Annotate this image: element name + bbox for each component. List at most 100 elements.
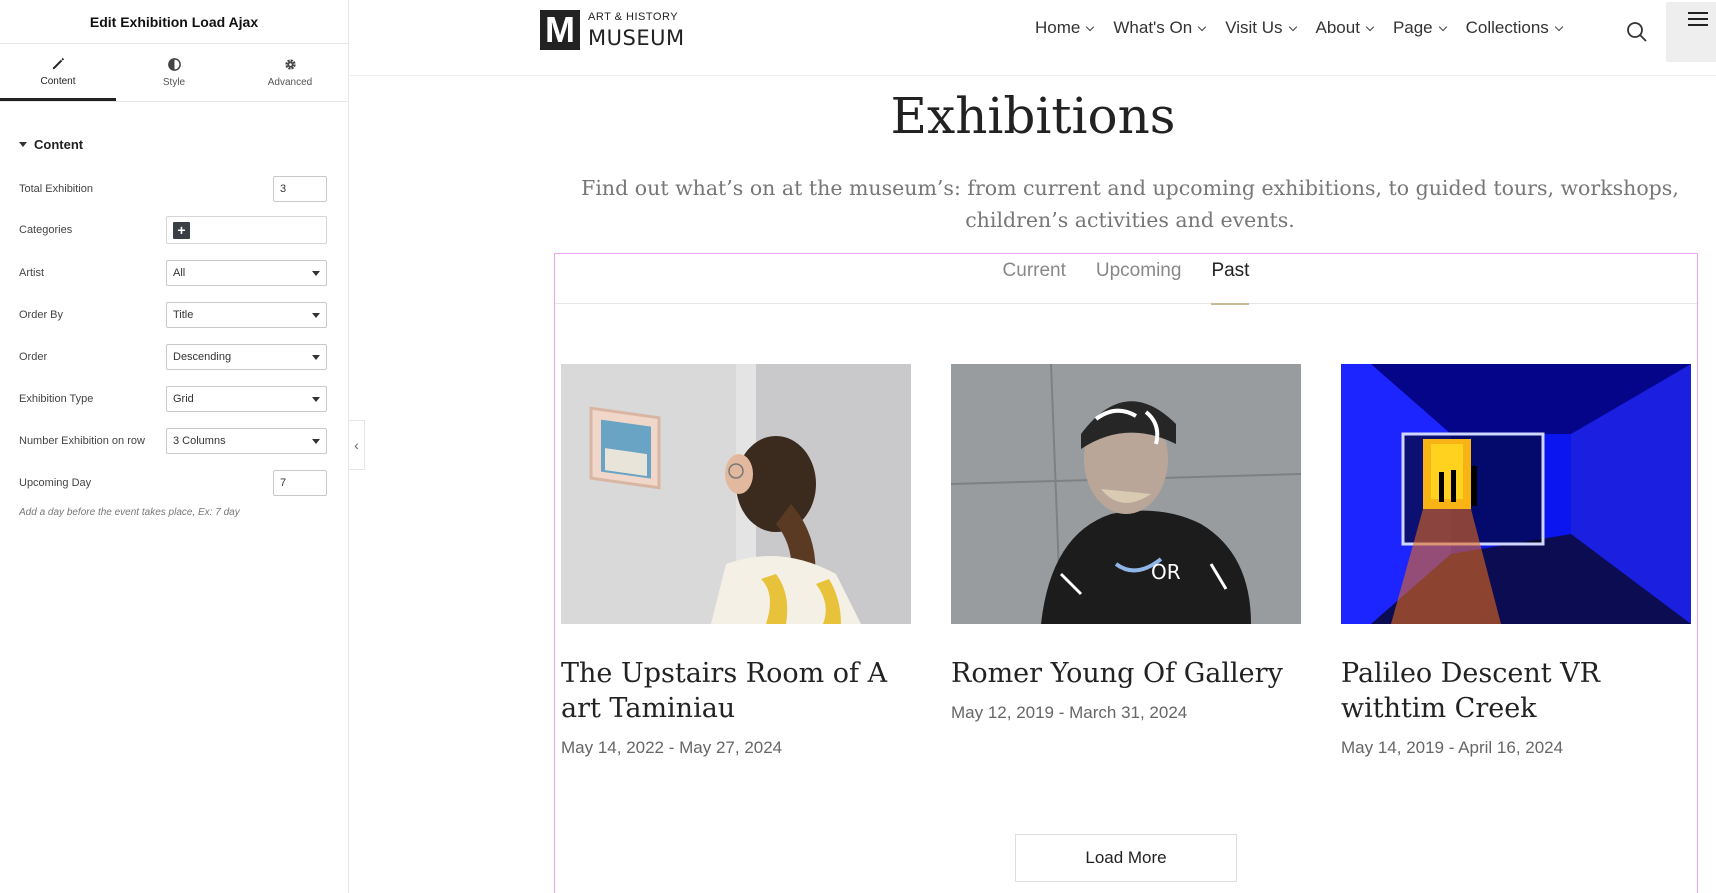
chevron-down-icon <box>1365 22 1375 31</box>
select-value: Grid <box>173 393 194 405</box>
per-row-select[interactable]: 3 Columns <box>166 428 327 454</box>
control-label: Categories <box>19 224 73 236</box>
tab-style[interactable]: Style <box>116 44 232 101</box>
exhibition-type-select[interactable]: Grid <box>166 386 327 412</box>
nav-label: Page <box>1392 18 1433 37</box>
search-icon[interactable] <box>1626 21 1648 43</box>
tab-content[interactable]: Content <box>0 44 116 101</box>
tab-content-label: Content <box>40 75 76 87</box>
upcoming-day-hint: Add a day before the event takes place, … <box>19 507 240 518</box>
control-categories: Categories + <box>19 216 327 244</box>
exhibition-card[interactable]: Palileo Descent VR withtim Creek May 14,… <box>1341 364 1691 758</box>
add-icon[interactable]: + <box>173 221 190 239</box>
control-label: Artist <box>19 267 45 279</box>
nav-label: What's On <box>1113 18 1193 37</box>
collapse-panel-button[interactable]: ‹ <box>349 420 365 470</box>
page-title: Exhibitions <box>890 87 1176 145</box>
exhibition-tabs: Current Upcoming Past <box>555 254 1697 305</box>
control-label: Total Exhibition <box>19 183 93 195</box>
control-label: Upcoming Day <box>19 477 92 489</box>
chevron-down-icon <box>1554 22 1564 31</box>
control-total-exhibition: Total Exhibition 3 <box>19 175 327 203</box>
nav-item-whats-on[interactable]: What's On <box>1113 18 1220 38</box>
gear-icon <box>284 59 296 70</box>
logo-mark: M <box>540 10 580 50</box>
exhibition-date: May 14, 2019 - April 16, 2024 <box>1341 738 1564 757</box>
caret-down-icon <box>19 141 27 147</box>
section-content-toggle[interactable]: Content <box>0 124 348 164</box>
artist-select[interactable]: All <box>166 260 327 286</box>
control-order: Order Descending <box>19 343 327 371</box>
control-label: Order <box>19 351 48 363</box>
dropdown-arrow-icon <box>312 354 320 360</box>
half-circle-icon <box>167 58 181 71</box>
select-value: Descending <box>173 351 232 363</box>
exhibition-title[interactable]: The Upstairs Room of A art Taminiau <box>561 656 911 726</box>
site-logo[interactable]: M ART & HISTORY MUSEUM <box>540 10 685 50</box>
chevron-down-icon <box>1438 22 1447 31</box>
nav-item-about[interactable]: About <box>1316 18 1388 38</box>
editor-panel: Edit Exhibition Load Ajax Content Style … <box>0 0 349 893</box>
exhibition-title[interactable]: Romer Young Of Gallery <box>951 656 1301 691</box>
logo-big-text: MUSEUM <box>588 25 685 50</box>
exhibition-image[interactable] <box>1341 364 1691 624</box>
tab-advanced[interactable]: Advanced <box>232 44 348 101</box>
hamburger-menu-icon[interactable] <box>1666 2 1716 62</box>
control-order-by: Order By Title <box>19 301 327 329</box>
chevron-down-icon <box>1288 22 1297 31</box>
site-header: M ART & HISTORY MUSEUM Home What's On Vi… <box>350 0 1716 76</box>
select-value: Title <box>173 309 194 321</box>
nav-item-page[interactable]: Page <box>1393 18 1461 38</box>
upcoming-day-input[interactable]: 7 <box>273 470 327 496</box>
nav-item-home[interactable]: Home <box>1035 18 1108 38</box>
tab-style-label: Style <box>162 77 186 88</box>
exhibition-image[interactable] <box>561 364 911 624</box>
exhibition-image[interactable]: OR <box>951 364 1301 624</box>
control-label: Order By <box>19 309 64 321</box>
logo-small-text: ART & HISTORY <box>588 10 679 23</box>
nav-label: Home <box>1035 18 1081 37</box>
categories-field[interactable]: + <box>166 216 327 244</box>
select-value: 3 Columns <box>173 435 226 447</box>
control-label: Number Exhibition on row <box>19 435 145 447</box>
nav-label: Collections <box>1465 18 1549 37</box>
chevron-down-icon <box>1197 22 1207 31</box>
control-upcoming-day: Upcoming Day 7 <box>19 469 327 497</box>
tab-current[interactable]: Current <box>1003 254 1066 304</box>
dropdown-arrow-icon <box>312 270 320 276</box>
exhibition-card[interactable]: The Upstairs Room of A art Taminiau May … <box>561 364 911 758</box>
nav-item-visit-us[interactable]: Visit Us <box>1225 18 1310 38</box>
tab-past[interactable]: Past <box>1211 254 1250 305</box>
tab-advanced-label: Advanced <box>267 77 313 88</box>
nav-label: About <box>1315 18 1360 37</box>
chevron-left-icon: ‹ <box>354 437 359 453</box>
panel-tabs: Content Style Advanced <box>0 44 348 102</box>
exhibition-widget[interactable]: Current Upcoming Past The Upstairs Room <box>554 253 1698 893</box>
load-more-button[interactable]: Load More <box>1015 834 1237 882</box>
svg-text:OR: OR <box>1151 560 1181 584</box>
nav-item-collections[interactable]: Collections <box>1466 18 1577 38</box>
exhibition-date: May 14, 2022 - May 27, 2024 <box>561 738 783 757</box>
exhibition-date: May 12, 2019 - March 31, 2024 <box>951 703 1188 722</box>
main-nav: Home What's On Visit Us About Page Colle… <box>1035 18 1582 38</box>
control-per-row: Number Exhibition on row 3 Columns <box>19 427 327 455</box>
pencil-icon <box>52 57 64 69</box>
control-label: Exhibition Type <box>19 393 94 405</box>
order-by-select[interactable]: Title <box>166 302 327 328</box>
exhibition-title[interactable]: Palileo Descent VR withtim Creek <box>1341 656 1691 726</box>
control-artist: Artist All <box>19 259 327 287</box>
page-description: Find out what’s on at the museum’s: from… <box>581 176 1679 232</box>
panel-title: Edit Exhibition Load Ajax <box>0 0 348 44</box>
section-title: Content <box>34 136 84 152</box>
dropdown-arrow-icon <box>312 312 320 318</box>
nav-label: Visit Us <box>1225 18 1283 37</box>
dropdown-arrow-icon <box>312 396 320 402</box>
order-select[interactable]: Descending <box>166 344 327 370</box>
select-value: All <box>173 267 186 279</box>
exhibition-card[interactable]: OR Romer Young Of Gallery May 12, 2019 -… <box>951 364 1301 723</box>
chevron-down-icon <box>1086 22 1095 31</box>
control-exhibition-type: Exhibition Type Grid <box>19 385 327 413</box>
dropdown-arrow-icon <box>312 438 320 444</box>
total-exhibition-input[interactable]: 3 <box>273 176 327 202</box>
tab-upcoming[interactable]: Upcoming <box>1096 254 1182 304</box>
